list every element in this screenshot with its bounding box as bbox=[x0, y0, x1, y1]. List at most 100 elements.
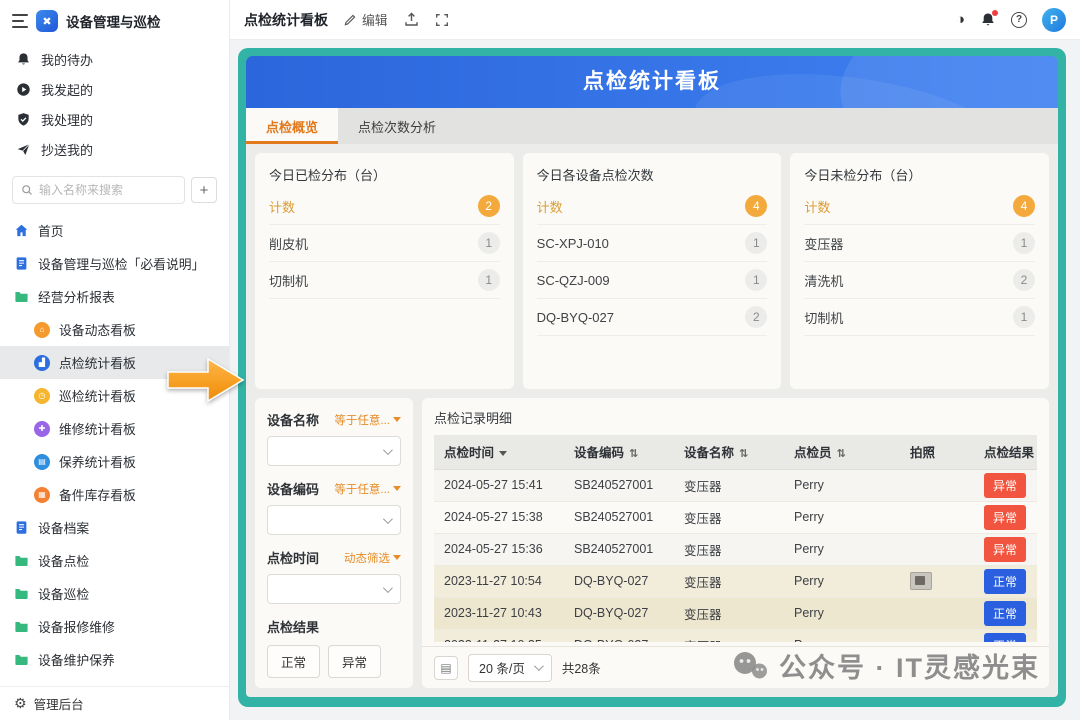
col-inspector[interactable]: 点检员⇅ bbox=[784, 435, 900, 469]
stat-label: 计数 bbox=[804, 197, 830, 216]
stat-value-badge: 1 bbox=[745, 232, 767, 254]
col-device-code[interactable]: 设备编码⇅ bbox=[564, 435, 674, 469]
result-abnormal-button[interactable]: 异常 bbox=[328, 645, 381, 678]
sort-icon: ⇅ bbox=[629, 448, 638, 460]
stat-value-badge: 1 bbox=[1013, 232, 1035, 254]
filter-operator-dropdown[interactable]: 等于任意... bbox=[334, 481, 401, 497]
sidebar-item-patrol-stats-board[interactable]: ◷ 巡检统计看板 bbox=[0, 379, 229, 412]
sidebar-item-my-todo[interactable]: 我的待办 bbox=[0, 44, 229, 74]
status-badge: 异常 bbox=[984, 505, 1026, 530]
search-input[interactable] bbox=[39, 183, 176, 197]
sidebar-item-spareparts-stock-board[interactable]: ▦ 备件库存看板 bbox=[0, 478, 229, 511]
stat-row: 切制机 1 bbox=[804, 299, 1035, 336]
edit-button[interactable]: 编辑 bbox=[344, 10, 388, 29]
report-circle-icon: ▤ bbox=[34, 454, 50, 470]
notifications-button[interactable] bbox=[980, 12, 996, 28]
quick-item-label: 抄送我的 bbox=[41, 140, 93, 159]
stat-value-badge: 1 bbox=[745, 269, 767, 291]
stat-card-title: 今日未检分布（台） bbox=[804, 165, 1035, 184]
folder-icon bbox=[14, 289, 29, 304]
sidebar-nav: 首页 设备管理与巡检「必看说明」 经营分析报表 ⌂ 设备动态看板 ▟ 点检统计看… bbox=[0, 214, 229, 686]
sort-icon: ⇅ bbox=[837, 448, 846, 460]
filter-label: 设备编码 bbox=[267, 479, 319, 498]
nav-item-label: 经营分析报表 bbox=[38, 287, 115, 306]
status-badge: 正常 bbox=[984, 601, 1026, 626]
menu-toggle-icon[interactable] bbox=[12, 14, 28, 28]
sidebar-item-admin-console[interactable]: ⚙ 管理后台 bbox=[0, 686, 229, 720]
sidebar-item-must-read[interactable]: 设备管理与巡检「必看说明」 bbox=[0, 247, 229, 280]
stat-value-badge: 1 bbox=[478, 232, 500, 254]
sidebar-item-device-dynamic-board[interactable]: ⌂ 设备动态看板 bbox=[0, 313, 229, 346]
sidebar-item-device-maintenance[interactable]: 设备维护保养 bbox=[0, 643, 229, 676]
col-check-time[interactable]: 点检时间 bbox=[434, 435, 564, 469]
result-normal-button[interactable]: 正常 bbox=[267, 645, 320, 678]
sidebar-item-home[interactable]: 首页 bbox=[0, 214, 229, 247]
nav-item-label: 设备维护保养 bbox=[38, 650, 115, 669]
share-button[interactable] bbox=[404, 12, 419, 27]
col-device-name[interactable]: 设备名称⇅ bbox=[674, 435, 784, 469]
sidebar-item-device-check[interactable]: 设备点检 bbox=[0, 544, 229, 577]
stat-row: 计数 2 bbox=[269, 188, 500, 225]
sidebar-item-repair-stats-board[interactable]: ✚ 维修统计看板 bbox=[0, 412, 229, 445]
notification-dot bbox=[992, 10, 998, 16]
tab-count-analysis[interactable]: 点检次数分析 bbox=[338, 108, 456, 144]
stat-label: SC-QZJ-009 bbox=[537, 273, 610, 288]
table-row[interactable]: 2023-11-27 10:54 DQ-BYQ-027 变压器 Perry 正常 bbox=[434, 565, 1037, 597]
stat-card-check-counts: 今日各设备点检次数 计数 4 SC-XPJ-010 1 SC-QZJ-009 1 bbox=[523, 153, 782, 389]
page-layout-icon[interactable]: ▤ bbox=[434, 656, 458, 680]
stat-label: 计数 bbox=[269, 197, 295, 216]
fullscreen-button[interactable] bbox=[435, 13, 449, 27]
home-icon bbox=[14, 223, 29, 238]
sidebar-item-initiated-by-me[interactable]: 我发起的 bbox=[0, 74, 229, 104]
table-row[interactable]: 2024-05-27 15:41 SB240527001 变压器 Perry 异… bbox=[434, 469, 1037, 501]
table-row[interactable]: 2024-05-27 15:36 SB240527001 变压器 Perry 异… bbox=[434, 533, 1037, 565]
nav-item-label: 维修统计看板 bbox=[59, 419, 136, 438]
theme-toggle-icon[interactable]: ◑ bbox=[956, 12, 965, 27]
sidebar-search-row: + bbox=[0, 168, 229, 214]
filter-panel: 设备名称 等于任意... 设备编码 等于任意... 点检时间 动态筛选 bbox=[255, 398, 413, 688]
chevron-down-icon bbox=[383, 583, 393, 593]
device-code-select[interactable] bbox=[267, 505, 401, 535]
sort-icon: ⇅ bbox=[739, 448, 748, 460]
page-size-select[interactable]: 20 条/页 bbox=[468, 654, 552, 682]
add-button[interactable]: + bbox=[191, 177, 217, 203]
sidebar-item-device-repair[interactable]: 设备报修维修 bbox=[0, 610, 229, 643]
home-circle-icon: ⌂ bbox=[34, 322, 50, 338]
avatar[interactable]: P bbox=[1042, 8, 1066, 32]
filter-operator-dropdown[interactable]: 等于任意... bbox=[334, 412, 401, 428]
table-row[interactable]: 2023-11-27 10:43 DQ-BYQ-027 变压器 Perry 正常 bbox=[434, 597, 1037, 629]
pagination-bar: ▤ 20 条/页 共28条 bbox=[422, 646, 1049, 688]
folder-icon bbox=[14, 586, 29, 601]
document-icon bbox=[14, 256, 29, 271]
play-circle-icon bbox=[16, 82, 31, 97]
search-box[interactable] bbox=[12, 176, 185, 204]
chevron-down-icon bbox=[383, 514, 393, 524]
col-result[interactable]: 点检结果⇅ bbox=[974, 435, 1037, 469]
table-row[interactable]: 2024-05-27 15:38 SB240527001 变压器 Perry 异… bbox=[434, 501, 1037, 533]
records-table: 点检时间 设备编码⇅ 设备名称⇅ 点检员⇅ 拍照 点检结果⇅ bbox=[434, 435, 1037, 642]
sidebar-item-device-archives[interactable]: 设备档案 bbox=[0, 511, 229, 544]
chevron-down-icon bbox=[383, 445, 393, 455]
help-button[interactable]: ? bbox=[1011, 12, 1027, 28]
table-row[interactable]: 2023-11-27 10:25 DQ-BYQ-027 变压器 Perry 正常 bbox=[434, 629, 1037, 642]
sidebar-item-inspection-stats-board[interactable]: ▟ 点检统计看板 bbox=[0, 346, 229, 379]
sidebar-item-cc-to-me[interactable]: 抄送我的 bbox=[0, 134, 229, 164]
gear-icon: ⚙ bbox=[14, 695, 27, 712]
stat-row: 削皮机 1 bbox=[269, 225, 500, 262]
table-scroll-area[interactable]: 点检时间 设备编码⇅ 设备名称⇅ 点检员⇅ 拍照 点检结果⇅ bbox=[434, 435, 1037, 642]
device-name-select[interactable] bbox=[267, 436, 401, 466]
photo-thumbnail[interactable] bbox=[910, 572, 932, 590]
check-time-select[interactable] bbox=[267, 574, 401, 604]
search-icon bbox=[21, 184, 33, 196]
sidebar-item-analysis-reports[interactable]: 经营分析报表 bbox=[0, 280, 229, 313]
stat-label: 切制机 bbox=[269, 271, 308, 290]
main-area: 点检统计看板 编辑 ◑ ? P 点检统 bbox=[230, 0, 1080, 720]
sidebar-item-handled-by-me[interactable]: 我处理的 bbox=[0, 104, 229, 134]
page-title: 点检统计看板 bbox=[244, 10, 328, 30]
dashboard-frame: 点检统计看板 点检概览 点检次数分析 今日已检分布（台） 计数 2 bbox=[238, 48, 1066, 707]
tab-overview[interactable]: 点检概览 bbox=[246, 108, 338, 144]
caret-down-icon bbox=[393, 555, 401, 560]
filter-operator-dropdown[interactable]: 动态筛选 bbox=[344, 550, 401, 566]
sidebar-item-device-patrol[interactable]: 设备巡检 bbox=[0, 577, 229, 610]
sidebar-item-maintenance-stats-board[interactable]: ▤ 保养统计看板 bbox=[0, 445, 229, 478]
